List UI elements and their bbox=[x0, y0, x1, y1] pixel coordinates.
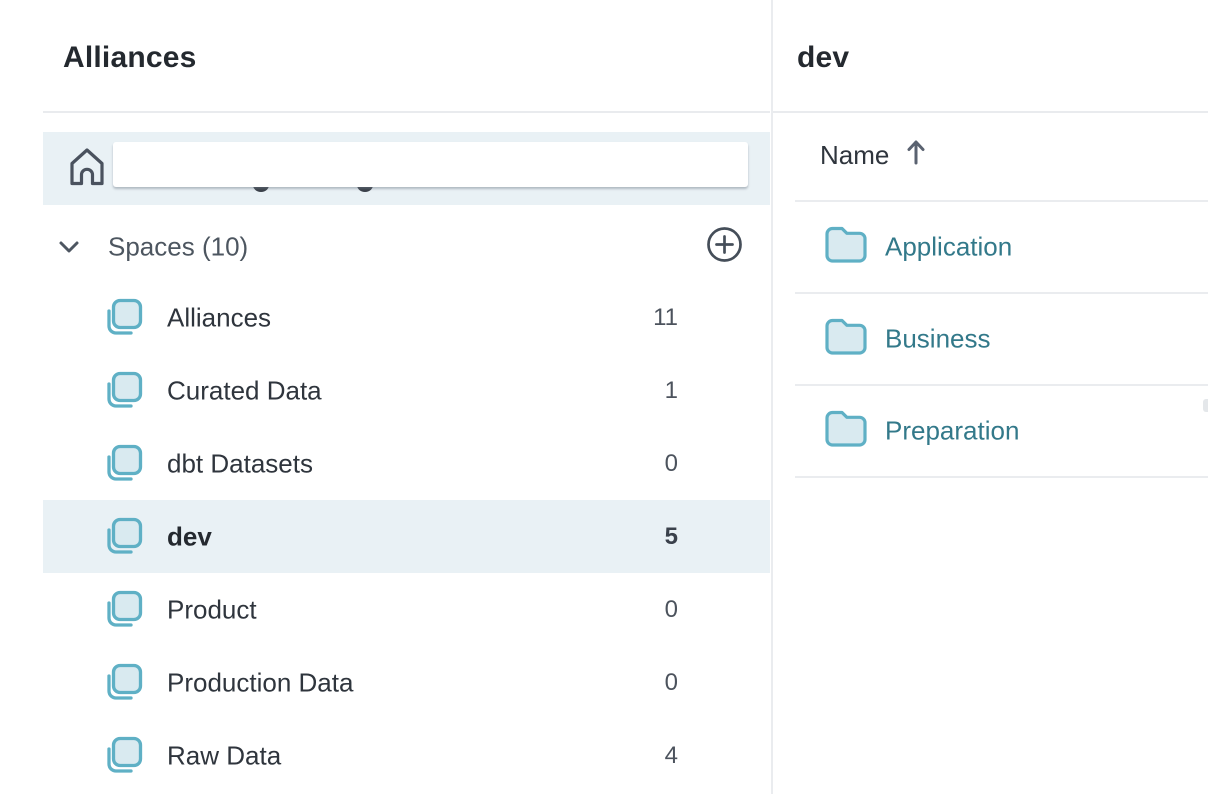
sort-ascending-arrow-icon bbox=[906, 138, 926, 173]
sidebar: Alliances Spaces (10) bbox=[0, 0, 770, 794]
space-dataset-count: 0 bbox=[665, 450, 678, 478]
space-icon bbox=[100, 733, 146, 779]
space-dataset-count: 0 bbox=[665, 596, 678, 624]
sidebar-space-item[interactable]: Curated Data 1 bbox=[43, 354, 770, 427]
space-dataset-count: 5 bbox=[665, 523, 678, 551]
spaces-list: Alliances 11 Curated Data 1 bbox=[43, 281, 770, 792]
name-column-label: Name bbox=[820, 140, 889, 171]
folder-link[interactable]: Application bbox=[885, 232, 1012, 263]
space-name: Production Data bbox=[167, 667, 353, 698]
table-row[interactable]: Preparation bbox=[795, 386, 1208, 478]
space-dataset-count: 11 bbox=[653, 304, 678, 332]
add-space-button[interactable] bbox=[705, 225, 744, 264]
redaction-overlay bbox=[113, 142, 748, 187]
main-header-divider bbox=[773, 111, 1208, 113]
space-icon bbox=[100, 295, 146, 341]
space-icon bbox=[100, 441, 146, 487]
sidebar-space-item[interactable]: dev 5 bbox=[43, 500, 770, 573]
table-header-name[interactable]: Name bbox=[820, 131, 926, 179]
spaces-section-label: Spaces (10) bbox=[108, 231, 248, 262]
home-icon bbox=[65, 145, 109, 194]
space-dataset-count: 0 bbox=[665, 669, 678, 697]
sidebar-space-item[interactable]: Alliances 11 bbox=[43, 281, 770, 354]
sidebar-space-item[interactable]: dbt Datasets 0 bbox=[43, 427, 770, 500]
table-row[interactable]: Business bbox=[795, 294, 1208, 386]
folder-table: Application Business Preparation bbox=[795, 200, 1208, 478]
page-title: dev bbox=[797, 41, 849, 75]
clipped-edge-artifact bbox=[1203, 399, 1208, 412]
sidebar-header-divider bbox=[43, 111, 770, 113]
sidebar-space-item[interactable]: Production Data 0 bbox=[43, 646, 770, 719]
table-row[interactable]: Application bbox=[795, 202, 1208, 294]
folder-link[interactable]: Business bbox=[885, 324, 991, 355]
folder-icon bbox=[823, 409, 869, 454]
folder-icon bbox=[823, 317, 869, 362]
space-dataset-count: 4 bbox=[665, 742, 678, 770]
space-name: Raw Data bbox=[167, 740, 281, 771]
space-icon bbox=[100, 368, 146, 414]
space-name: Alliances bbox=[167, 302, 271, 333]
space-name: dev bbox=[167, 521, 212, 552]
space-name: Curated Data bbox=[167, 375, 322, 406]
space-name: Product bbox=[167, 594, 257, 625]
folder-icon bbox=[823, 225, 869, 270]
space-icon bbox=[100, 514, 146, 560]
plus-circle-icon bbox=[705, 252, 744, 267]
space-icon bbox=[100, 587, 146, 633]
space-dataset-count: 1 bbox=[665, 377, 678, 405]
sidebar-space-item[interactable]: Product 0 bbox=[43, 573, 770, 646]
space-name: dbt Datasets bbox=[167, 448, 313, 479]
folder-link[interactable]: Preparation bbox=[885, 416, 1019, 447]
space-icon bbox=[100, 660, 146, 706]
spaces-section-header[interactable]: Spaces (10) bbox=[43, 224, 770, 269]
chevron-down-icon[interactable] bbox=[58, 240, 80, 259]
sidebar-space-item[interactable]: Raw Data 4 bbox=[43, 719, 770, 792]
home-row[interactable] bbox=[43, 132, 770, 205]
main-panel: dev Name Application bbox=[773, 0, 1208, 794]
sidebar-title: Alliances bbox=[63, 41, 197, 75]
